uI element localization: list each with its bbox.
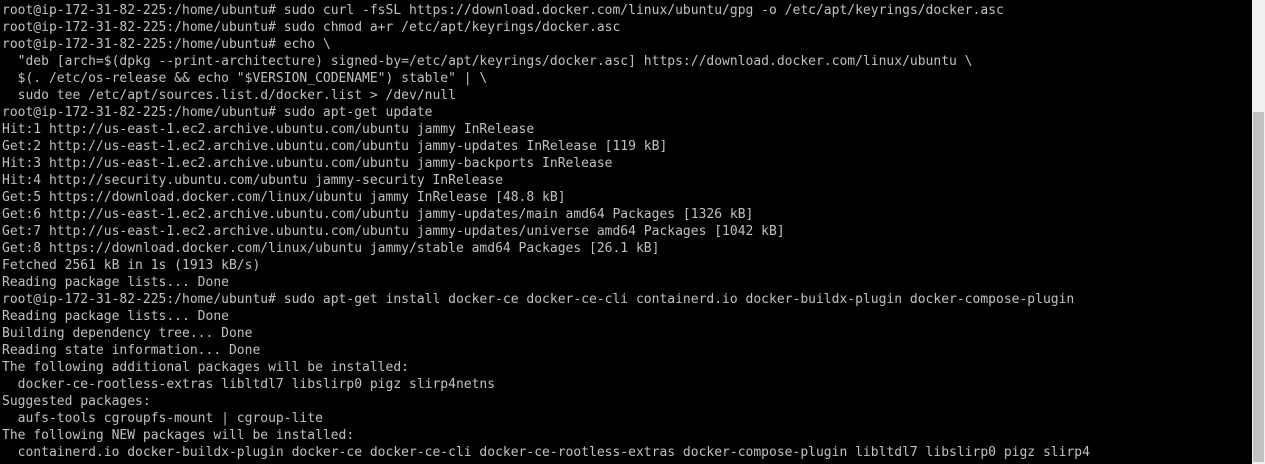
terminal-line: Suggested packages:: [2, 394, 151, 409]
terminal-line: root@ip-172-31-82-225:/home/ubuntu# sudo…: [2, 105, 433, 120]
terminal-line: Fetched 2561 kB in 1s (1913 kB/s): [2, 258, 261, 273]
terminal-line: Hit:4 http://security.ubuntu.com/ubuntu …: [2, 173, 503, 188]
terminal-line: $(. /etc/os-release && echo "$VERSION_CO…: [2, 71, 488, 86]
vertical-scrollbar[interactable]: [1252, 0, 1265, 464]
terminal-line: Get:8 https://download.docker.com/linux/…: [2, 241, 660, 256]
terminal-window[interactable]: root@ip-172-31-82-225:/home/ubuntu# sudo…: [0, 0, 1265, 464]
terminal-output[interactable]: root@ip-172-31-82-225:/home/ubuntu# sudo…: [2, 2, 1250, 464]
scrollbar-thumb[interactable]: [1253, 112, 1264, 462]
terminal-line: Hit:1 http://us-east-1.ec2.archive.ubunt…: [2, 122, 535, 137]
terminal-line: Get:6 http://us-east-1.ec2.archive.ubunt…: [2, 207, 754, 222]
terminal-line: docker-ce-rootless-extras libltdl7 libsl…: [2, 377, 496, 392]
terminal-line: "deb [arch=$(dpkg --print-architecture) …: [2, 54, 973, 69]
terminal-line: root@ip-172-31-82-225:/home/ubuntu# sudo…: [2, 292, 1075, 307]
terminal-line: The following NEW packages will be insta…: [2, 428, 355, 443]
terminal-line: Reading package lists... Done: [2, 309, 229, 324]
terminal-line: root@ip-172-31-82-225:/home/ubuntu# echo…: [2, 37, 331, 52]
terminal-line: Get:7 http://us-east-1.ec2.archive.ubunt…: [2, 224, 785, 239]
terminal-line: Reading state information... Done: [2, 343, 261, 358]
terminal-line: Building dependency tree... Done: [2, 326, 253, 341]
terminal-line: containerd.io docker-buildx-plugin docke…: [2, 445, 1090, 460]
terminal-line: aufs-tools cgroupfs-mount | cgroup-lite: [2, 411, 323, 426]
terminal-line: Get:5 https://download.docker.com/linux/…: [2, 190, 566, 205]
terminal-line: Hit:3 http://us-east-1.ec2.archive.ubunt…: [2, 156, 613, 171]
terminal-line: root@ip-172-31-82-225:/home/ubuntu# sudo…: [2, 3, 1004, 18]
terminal-line: The following additional packages will b…: [2, 360, 409, 375]
terminal-line: Reading package lists... Done: [2, 275, 229, 290]
terminal-line: Get:2 http://us-east-1.ec2.archive.ubunt…: [2, 139, 668, 154]
terminal-line: sudo tee /etc/apt/sources.list.d/docker.…: [2, 88, 456, 103]
terminal-line: root@ip-172-31-82-225:/home/ubuntu# sudo…: [2, 20, 621, 35]
